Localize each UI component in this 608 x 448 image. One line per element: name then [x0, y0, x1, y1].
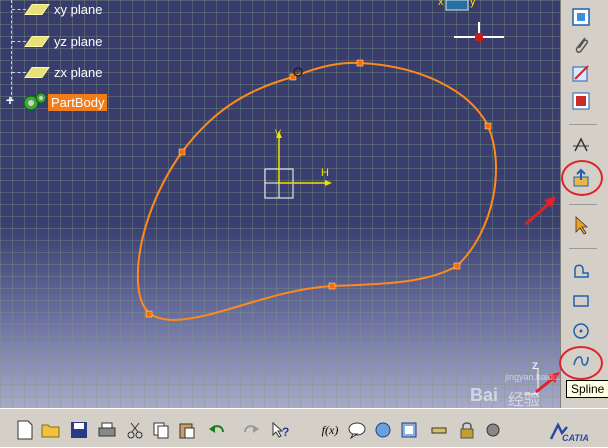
control-point: [484, 122, 492, 130]
attach-button[interactable]: [567, 32, 595, 58]
formula-label: f(x): [321, 422, 339, 437]
circle-icon: [573, 323, 589, 339]
spline-tooltip: Spline: [566, 380, 608, 398]
toolbar-separator: [569, 124, 597, 125]
control-point: [328, 282, 336, 290]
paperclip-icon: [575, 37, 588, 53]
tools-button[interactable]: [482, 419, 504, 441]
transform-icon: [573, 137, 589, 152]
highlight-circle: [561, 160, 603, 196]
rectangle-button[interactable]: [567, 288, 595, 314]
open-folder-icon: [41, 424, 60, 438]
sketch-edit-button[interactable]: [567, 60, 595, 86]
watermark-logo: Bai: [470, 385, 499, 405]
control-point: [145, 310, 153, 318]
print-button[interactable]: [96, 419, 118, 441]
measure-icon: [431, 427, 447, 434]
save-button[interactable]: [68, 419, 90, 441]
grid-snap-icon: [572, 92, 590, 110]
profile-button[interactable]: [567, 258, 595, 284]
grid-snap-button[interactable]: [567, 88, 595, 114]
toolbar-separator: [569, 248, 597, 249]
catalog-icon: [401, 422, 417, 438]
new-button[interactable]: [14, 419, 36, 441]
new-document-icon: [17, 420, 33, 440]
redo-button[interactable]: [240, 419, 262, 441]
select-button[interactable]: [567, 212, 595, 238]
circle-button[interactable]: [567, 318, 595, 344]
speech-bubble-icon: [348, 422, 366, 439]
control-point: [178, 148, 186, 156]
spline-curve[interactable]: [136, 61, 497, 322]
undo-icon: [209, 425, 224, 433]
watermark-text: 经验: [508, 392, 541, 409]
svg-text:?: ?: [282, 425, 289, 439]
whats-this-button[interactable]: ?: [270, 419, 292, 441]
save-icon: [71, 422, 87, 438]
transform-button[interactable]: [567, 132, 595, 158]
sketcher-toolbar: [559, 0, 608, 408]
paste-icon: [179, 423, 195, 439]
axis-h-label: H: [321, 167, 329, 179]
catia-logo: CATIA: [548, 421, 600, 445]
lock-button[interactable]: [456, 419, 478, 441]
rectangle-icon: [573, 295, 589, 307]
toolbar-separator: [569, 204, 597, 205]
hyperlink-button[interactable]: [372, 419, 394, 441]
scissors-icon: [127, 422, 143, 439]
copy-icon: [153, 422, 169, 439]
profile-icon: [574, 264, 589, 278]
control-point: [356, 59, 364, 67]
catalog-button[interactable]: [398, 419, 420, 441]
tools-icon: [486, 423, 500, 437]
redo-icon: [244, 425, 259, 433]
axis-v-label: V: [275, 128, 282, 138]
sketch-axes: [264, 131, 332, 199]
open-button[interactable]: [40, 419, 62, 441]
bring-to-front-button[interactable]: [567, 4, 595, 30]
annotation-arrow-icon: [525, 196, 556, 226]
copy-button[interactable]: [150, 419, 172, 441]
cut-button[interactable]: [124, 419, 146, 441]
hyperlink-icon: [375, 422, 391, 438]
paste-button[interactable]: [176, 419, 198, 441]
formula-button[interactable]: f(x): [318, 419, 342, 441]
help-icon: ?: [272, 421, 289, 439]
comment-button[interactable]: [346, 419, 368, 441]
sketch-edit-icon: [572, 65, 589, 82]
spline-control-points[interactable]: [145, 59, 492, 318]
catia-logo-text: CATIA: [562, 433, 589, 443]
bring-to-front-icon: [572, 8, 590, 26]
measure-button[interactable]: [428, 419, 450, 441]
print-icon: [98, 422, 116, 437]
standard-toolbar: ? f(x) CATIA: [0, 408, 608, 447]
sketch-viewport[interactable]: xy plane yz plane zx plane + PartBody x …: [0, 0, 578, 409]
lock-icon: [460, 422, 474, 439]
control-point: [453, 262, 461, 270]
undo-button[interactable]: [206, 419, 228, 441]
sketch-canvas: [136, 59, 497, 322]
highlight-circle: [559, 346, 603, 380]
select-arrow-icon: [575, 216, 589, 235]
